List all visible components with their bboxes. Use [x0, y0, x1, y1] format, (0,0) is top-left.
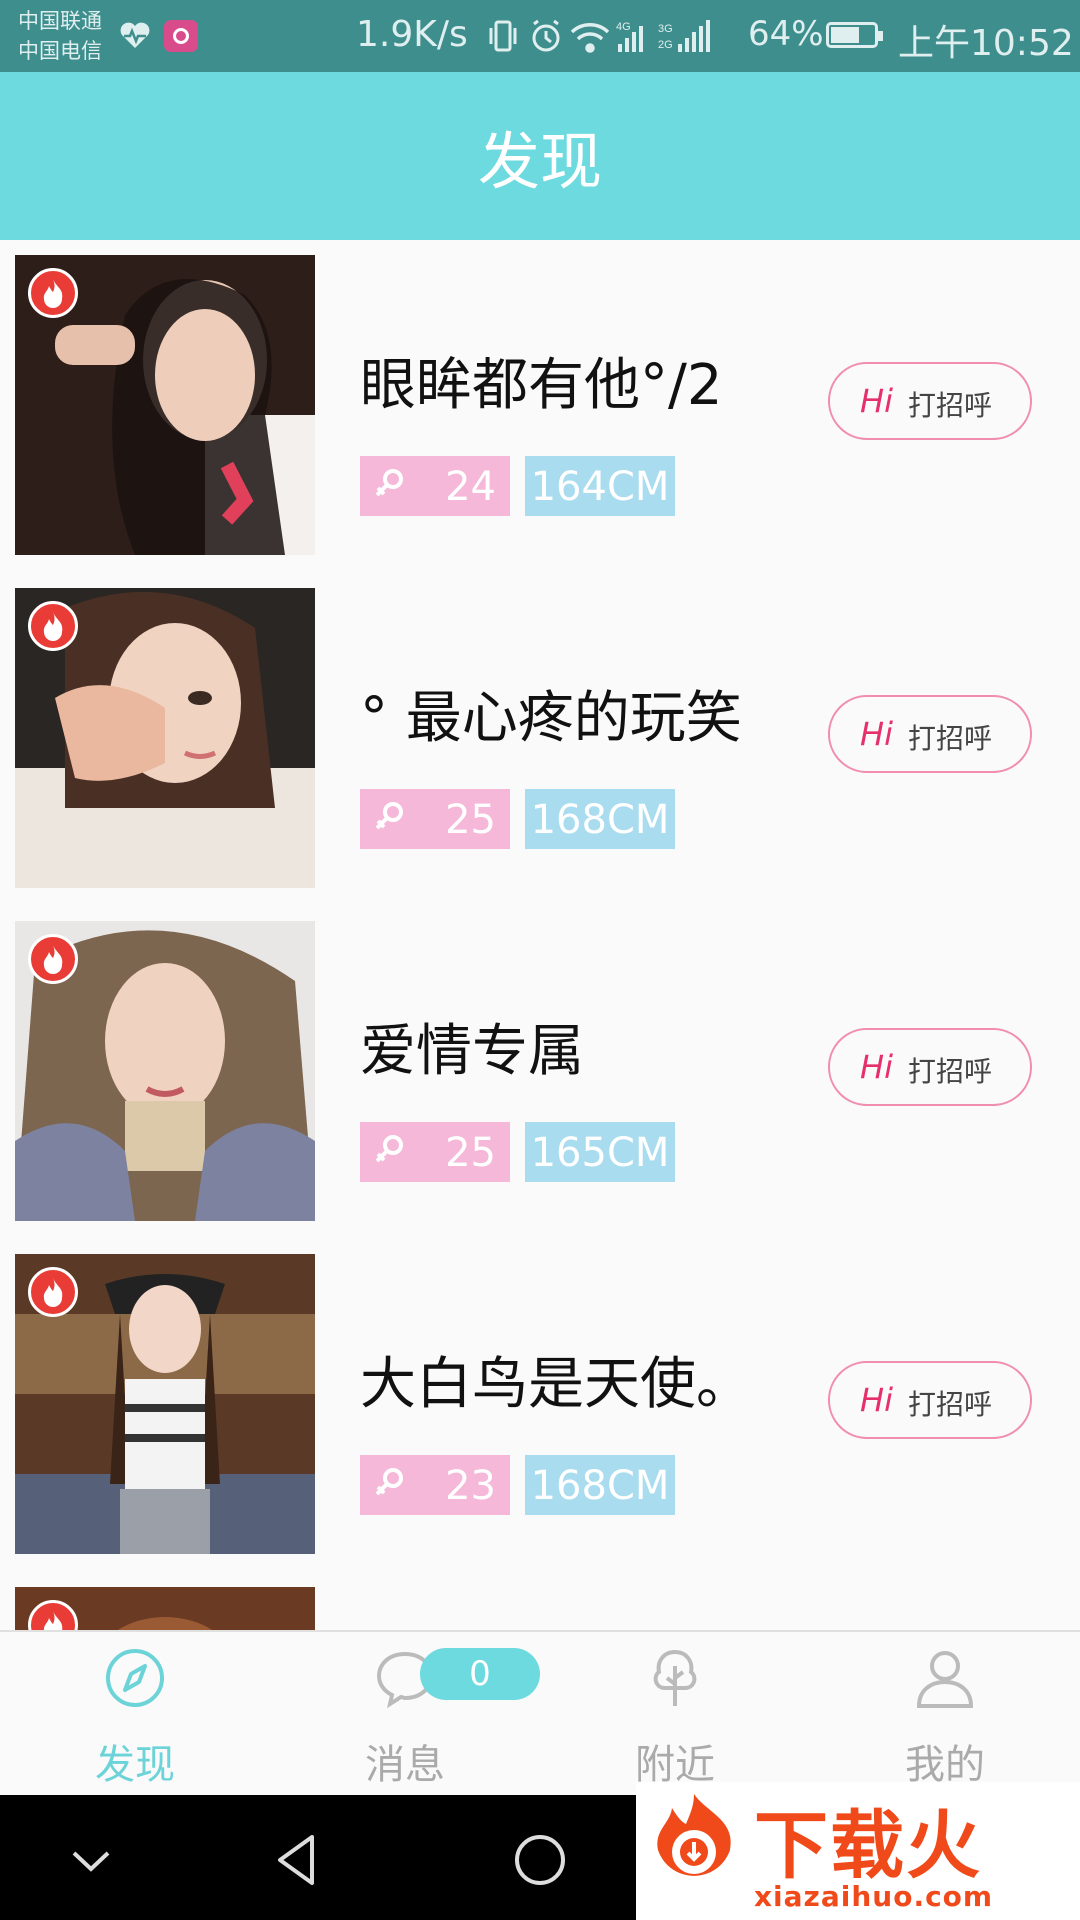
- say-hi-button[interactable]: Hi 打招呼: [828, 1028, 1032, 1106]
- tree-icon: [653, 1649, 697, 1706]
- height-value: 168CM: [530, 1463, 670, 1509]
- greet-label: 打招呼: [908, 1388, 993, 1421]
- xiazaihuo-logo: [657, 1794, 731, 1876]
- height-value: 164CM: [530, 464, 670, 510]
- tab-discover-label: 发现: [95, 1742, 175, 1788]
- height-tag: 165CM: [525, 1122, 675, 1182]
- tab-nearby[interactable]: 附近: [540, 1632, 810, 1797]
- hi-label: Hi: [860, 1381, 893, 1419]
- list-item[interactable]: 大白鸟是天使。 23 168CM Hi 打招呼: [0, 1239, 1080, 1575]
- age-tag: 24: [360, 456, 510, 516]
- svg-text:3G: 3G: [658, 23, 673, 35]
- greet-label: 打招呼: [908, 722, 993, 755]
- fire-icon: [43, 945, 63, 974]
- fire-icon: [43, 1611, 63, 1630]
- user-photo[interactable]: [15, 255, 315, 555]
- height-tag: 164CM: [525, 456, 675, 516]
- female-icon: [375, 802, 403, 830]
- notification-app-icon: [164, 20, 198, 52]
- user-photo[interactable]: [15, 1254, 315, 1554]
- female-icon: [375, 469, 403, 497]
- user-name: ° 最心疼的玩笑: [360, 686, 742, 751]
- vibrate-icon: [489, 20, 517, 52]
- list-item[interactable]: 眼眸都有他°/2 24 164CM Hi 打招呼: [0, 240, 1080, 576]
- net-speed: 1.9K/s: [356, 14, 468, 55]
- user-name: 眼眸都有他°/2: [360, 353, 723, 418]
- height-value: 168CM: [530, 797, 670, 843]
- unread-badge: 0: [420, 1648, 540, 1700]
- app-header: 发现: [0, 72, 1080, 240]
- list-item[interactable]: 爱情专属 25 165CM Hi 打招呼: [0, 906, 1080, 1242]
- back-icon[interactable]: [264, 1825, 334, 1895]
- user-photo[interactable]: [15, 588, 315, 888]
- hi-label: Hi: [860, 1048, 893, 1086]
- female-icon: [375, 1468, 403, 1496]
- hi-label: Hi: [860, 715, 893, 753]
- signal-3g-icon: [678, 20, 710, 52]
- battery-percent: 64%: [748, 14, 824, 54]
- say-hi-button[interactable]: Hi 打招呼: [828, 695, 1032, 773]
- height-tag: 168CM: [525, 1455, 675, 1515]
- say-hi-button[interactable]: Hi 打招呼: [828, 362, 1032, 440]
- greet-label: 打招呼: [908, 389, 993, 422]
- status-bar: 中国联通 中国电信 1.9K/s 4G 3G 2G 64% 上午10:52: [0, 0, 1080, 72]
- person-icon: [916, 1651, 974, 1708]
- list-item[interactable]: [0, 1572, 1080, 1630]
- greet-label: 打招呼: [908, 1055, 993, 1088]
- watermark: 下载火 xiazaihuo.com: [636, 1782, 1080, 1920]
- age-value: 25: [445, 797, 496, 843]
- clock: 上午10:52: [898, 23, 1074, 64]
- bottom-nav: 发现 消息 0 附近 我的: [0, 1630, 1080, 1797]
- health-heart-icon: [120, 22, 150, 48]
- watermark-url: xiazaihuo.com: [754, 1880, 994, 1913]
- carrier-1: 中国联通: [18, 9, 102, 33]
- svg-text:2G: 2G: [658, 39, 673, 51]
- watermark-title: 下载火: [754, 1803, 982, 1889]
- hide-nav-icon[interactable]: [56, 1825, 126, 1895]
- user-photo[interactable]: [15, 921, 315, 1221]
- list-item[interactable]: ° 最心疼的玩笑 25 168CM Hi 打招呼: [0, 573, 1080, 909]
- height-tag: 168CM: [525, 789, 675, 849]
- user-photo[interactable]: [15, 1587, 315, 1630]
- age-tag: 25: [360, 1122, 510, 1182]
- page-title: 发现: [477, 125, 602, 198]
- hot-badge: [28, 1267, 78, 1317]
- fire-icon: [43, 1278, 63, 1307]
- status-icons: 4G 3G 2G: [489, 19, 710, 53]
- say-hi-button[interactable]: Hi 打招呼: [828, 1361, 1032, 1439]
- age-tag: 23: [360, 1455, 510, 1515]
- user-name: 大白鸟是天使。: [360, 1352, 752, 1417]
- wifi-icon: [570, 23, 610, 53]
- hi-label: Hi: [860, 382, 893, 420]
- compass-icon: [106, 1649, 164, 1707]
- svg-text:4G: 4G: [616, 21, 631, 33]
- battery-icon: [826, 22, 883, 48]
- age-value: 23: [445, 1463, 496, 1509]
- fire-icon: [43, 612, 63, 641]
- height-value: 165CM: [530, 1130, 670, 1176]
- user-name: 爱情专属: [360, 1019, 584, 1084]
- alarm-icon: [532, 19, 560, 52]
- tab-mine[interactable]: 我的: [810, 1632, 1080, 1797]
- home-icon[interactable]: [505, 1825, 575, 1895]
- user-list[interactable]: 眼眸都有他°/2 24 164CM Hi 打招呼 ° 最心疼的玩笑 25 168…: [0, 240, 1080, 1630]
- fire-icon: [43, 279, 63, 308]
- hot-badge: [28, 934, 78, 984]
- tab-discover[interactable]: 发现: [0, 1632, 270, 1797]
- age-value: 25: [445, 1130, 496, 1176]
- hot-badge: [28, 601, 78, 651]
- age-tag: 25: [360, 789, 510, 849]
- hot-badge: [28, 268, 78, 318]
- female-icon: [375, 1135, 403, 1163]
- tab-messages-label: 消息: [365, 1742, 445, 1788]
- carrier-2: 中国电信: [18, 39, 102, 63]
- age-value: 24: [445, 464, 496, 510]
